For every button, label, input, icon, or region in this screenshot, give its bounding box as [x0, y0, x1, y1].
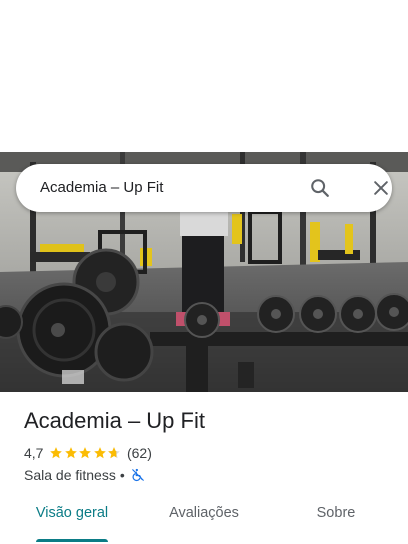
tab-about[interactable]: Sobre: [306, 498, 366, 542]
active-tab-indicator: [36, 539, 108, 542]
close-icon: [374, 181, 388, 195]
search-input[interactable]: Academia – Up Fit: [40, 164, 163, 212]
tab-reviews[interactable]: Avaliações: [163, 498, 245, 542]
wheelchair-not-accessible-icon[interactable]: [131, 468, 145, 482]
place-category: Sala de fitness: [24, 467, 116, 483]
rating-row[interactable]: 4,7 (62): [24, 444, 152, 462]
place-title: Academia – Up Fit: [24, 408, 205, 433]
star-half-icon: [108, 447, 121, 459]
rating-value: 4,7: [24, 445, 44, 461]
search-bar[interactable]: Academia – Up Fit: [16, 164, 392, 212]
category-row: Sala de fitness •: [24, 466, 145, 484]
star-icon: [79, 447, 92, 459]
separator-dot: •: [119, 467, 125, 483]
star-icon: [65, 447, 77, 459]
map-top-area: [0, 0, 408, 152]
search-icon: [311, 179, 329, 197]
place-tabs: Visão geral Avaliações Sobre: [0, 498, 408, 544]
place-info-panel: Academia – Up Fit 4,7 (62) Sala de fitne…: [0, 392, 408, 544]
tab-overview[interactable]: Visão geral: [34, 498, 110, 542]
search-button[interactable]: [304, 172, 336, 204]
review-count: (62): [126, 445, 152, 461]
close-button[interactable]: [365, 172, 397, 204]
star-rating: [49, 446, 122, 460]
star-icon: [94, 447, 106, 459]
star-icon: [50, 447, 63, 459]
